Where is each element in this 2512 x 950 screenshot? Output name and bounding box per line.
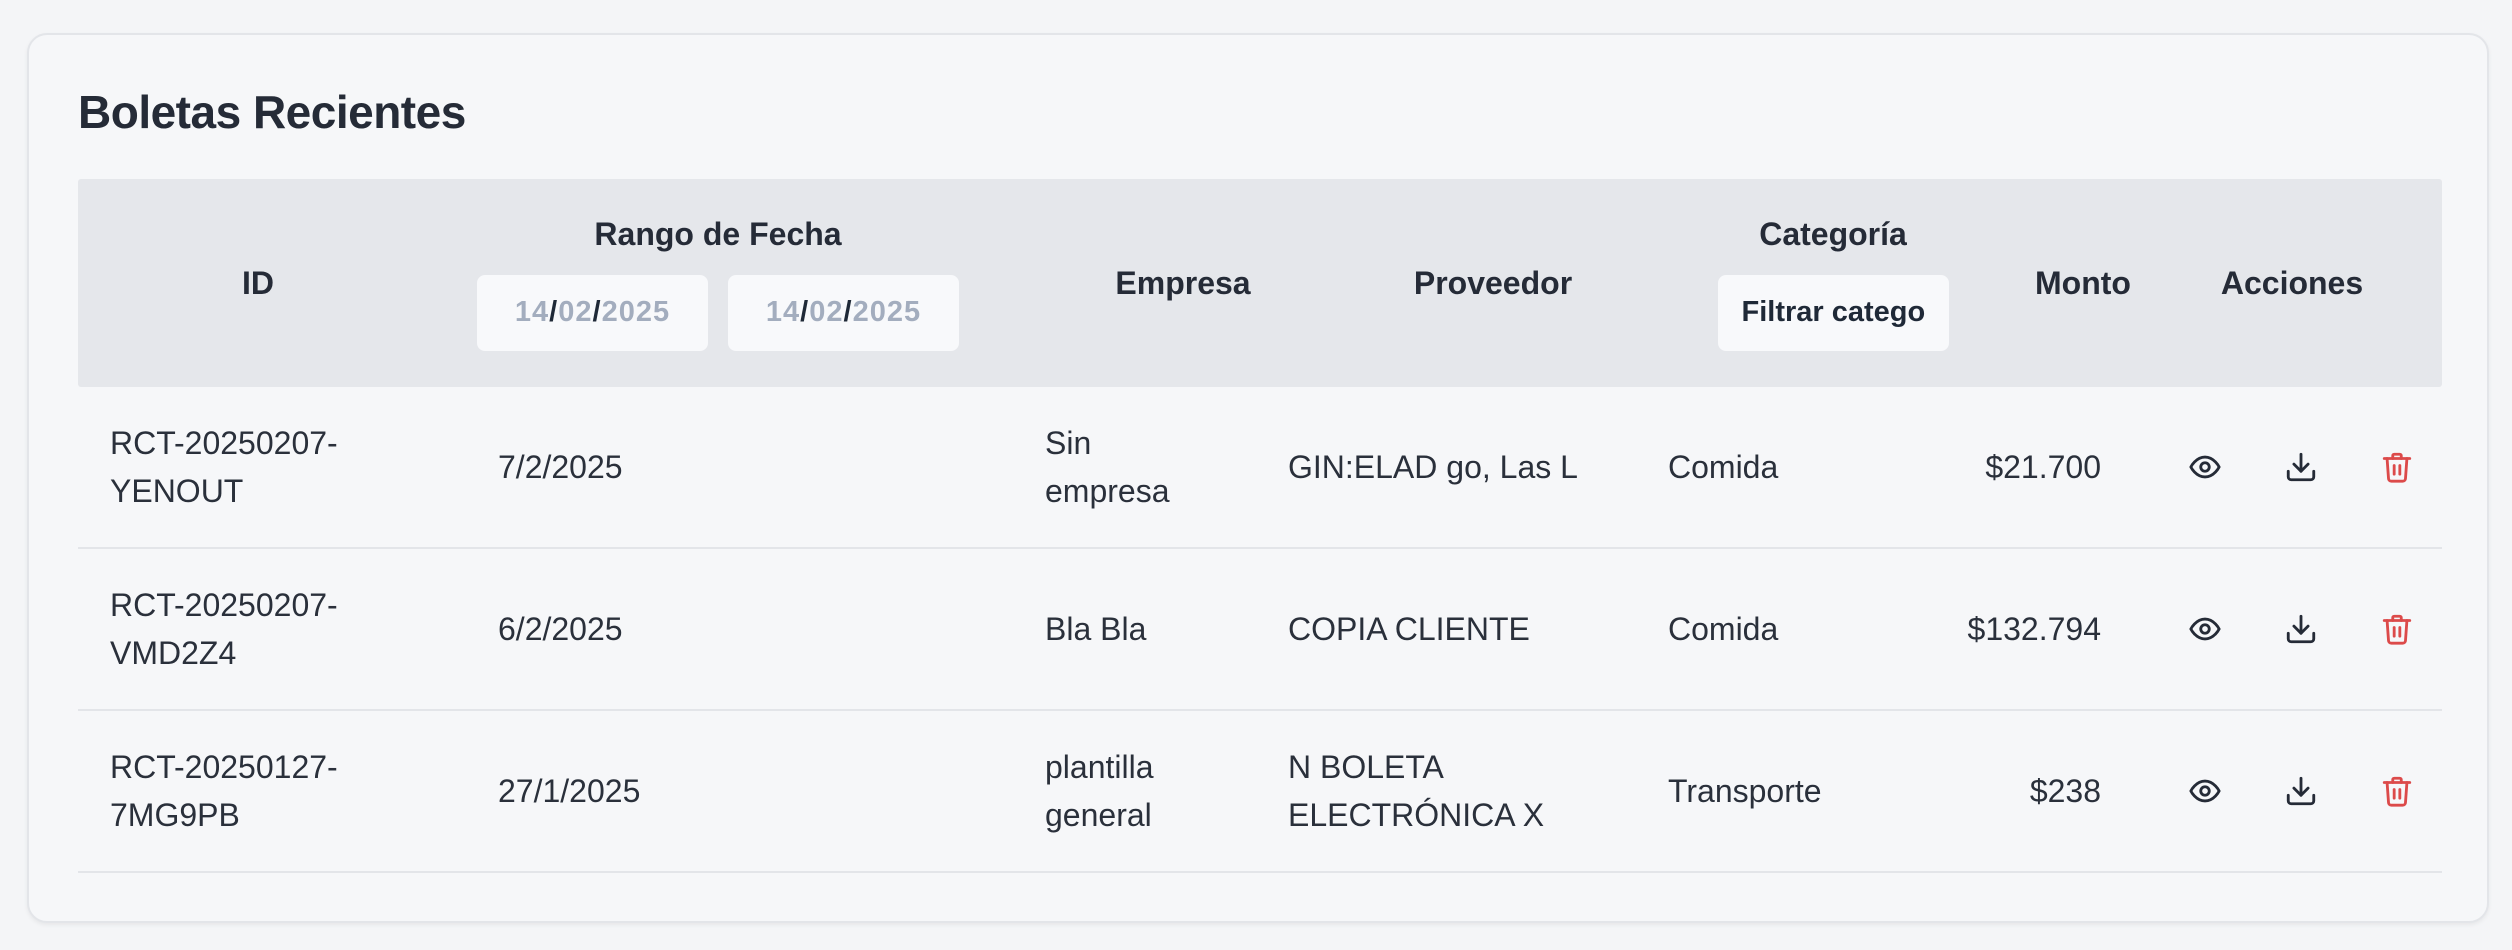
recent-receipts-card: Boletas Recientes ID Rango de Fecha 14/0…	[27, 33, 2489, 923]
download-button[interactable]	[2269, 435, 2333, 499]
row-category: Transporte	[1668, 773, 1822, 809]
view-button[interactable]	[2173, 597, 2237, 661]
row-date: 6/2/2025	[498, 611, 623, 647]
trash-icon	[2382, 452, 2412, 483]
download-button[interactable]	[2269, 597, 2333, 661]
header-actions-label: Acciones	[2220, 264, 2364, 301]
date-from-sep-1: /	[549, 296, 559, 328]
row-date: 7/2/2025	[498, 449, 623, 485]
date-to-month: 02	[809, 296, 844, 328]
row-company: Sin empresa	[1045, 425, 1170, 509]
eye-icon	[2189, 779, 2221, 803]
table-row: RCT-20250207-YENOUT 7/2/2025 Sin empresa…	[78, 387, 2442, 549]
receipts-table: ID Rango de Fecha 14/02/2025 14/02/2025 …	[78, 179, 2442, 873]
download-icon	[2286, 452, 2316, 482]
row-id: RCT-20250127-7MG9PB	[110, 749, 338, 833]
eye-icon	[2189, 617, 2221, 641]
row-category: Comida	[1668, 449, 1779, 485]
date-from-sep-2: /	[592, 296, 602, 328]
trash-icon	[2382, 776, 2412, 807]
date-to-sep-2: /	[843, 296, 853, 328]
category-filter-input[interactable]: Filtrar catego	[1717, 274, 1949, 351]
header-provider-label: Proveedor	[1413, 264, 1573, 301]
view-button[interactable]	[2173, 435, 2237, 499]
row-id: RCT-20250207-YENOUT	[110, 425, 338, 509]
row-amount: $132.794	[1967, 611, 2101, 647]
download-icon	[2286, 776, 2316, 806]
row-date: 27/1/2025	[498, 773, 641, 809]
header-category-label: Categoría	[1759, 215, 1907, 252]
header-id-label: ID	[242, 264, 274, 301]
header-amount-label: Monto	[2035, 264, 2131, 301]
card-title: Boletas Recientes	[78, 86, 466, 138]
row-company: plantilla general	[1045, 749, 1154, 833]
download-button[interactable]	[2269, 759, 2333, 823]
download-icon	[2286, 614, 2316, 644]
header-id: ID	[78, 179, 438, 387]
row-id: RCT-20250207-VMD2Z4	[110, 587, 338, 671]
header-date-range-label: Rango de Fecha	[594, 215, 842, 252]
date-to-day: 14	[765, 296, 801, 328]
header-company-label: Empresa	[1115, 264, 1251, 301]
header-actions: Acciones	[2142, 179, 2442, 387]
delete-button[interactable]	[2365, 435, 2429, 499]
delete-button[interactable]	[2365, 597, 2429, 661]
table-header: ID Rango de Fecha 14/02/2025 14/02/2025 …	[78, 179, 2442, 387]
category-filter-value: Filtrar catego	[1741, 296, 1926, 328]
row-amount: $238	[2029, 773, 2101, 809]
date-to-input[interactable]: 14/02/2025	[728, 274, 959, 351]
row-company: Bla Bla	[1045, 611, 1147, 647]
date-from-day: 14	[514, 296, 550, 328]
view-button[interactable]	[2173, 759, 2237, 823]
row-category: Comida	[1668, 611, 1779, 647]
table-row: RCT-20250127-7MG9PB 27/1/2025 plantilla …	[78, 711, 2442, 873]
header-date-range: Rango de Fecha 14/02/2025 14/02/2025	[438, 179, 998, 387]
eye-icon	[2189, 455, 2221, 479]
row-provider: N BOLETA ELECTRÓNICA X	[1288, 749, 1545, 833]
row-provider: COPIA CLIENTE	[1288, 611, 1530, 647]
date-to-year: 2025	[852, 296, 922, 328]
row-amount: $21.700	[1985, 449, 2101, 485]
date-from-month: 02	[558, 296, 593, 328]
date-from-input[interactable]: 14/02/2025	[477, 274, 708, 351]
row-provider: GIN:ELAD go, Las L	[1288, 449, 1578, 485]
table-row: RCT-20250207-VMD2Z4 6/2/2025 Bla Bla COP…	[78, 549, 2442, 711]
delete-button[interactable]	[2365, 759, 2429, 823]
trash-icon	[2382, 614, 2412, 645]
date-from-year: 2025	[601, 296, 671, 328]
date-to-sep-1: /	[800, 296, 810, 328]
